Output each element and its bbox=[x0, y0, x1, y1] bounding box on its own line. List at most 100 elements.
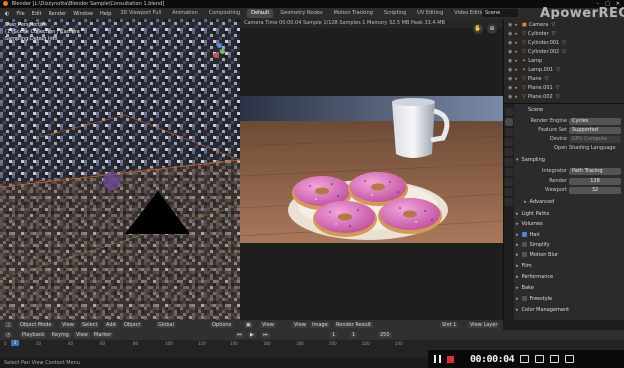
gizmo-z-axis[interactable] bbox=[217, 43, 222, 48]
visibility-icon[interactable]: ◉ bbox=[508, 75, 512, 83]
visibility-icon[interactable]: ◉ bbox=[508, 30, 512, 38]
expand-icon[interactable]: ▸ bbox=[515, 30, 518, 38]
tab-animation[interactable]: Animation bbox=[168, 9, 202, 18]
timeline-editor-icon[interactable]: ◷ bbox=[4, 332, 13, 338]
timeline-view-menu[interactable]: View bbox=[74, 332, 90, 338]
view-layer-selector[interactable]: View Layer bbox=[468, 322, 500, 328]
outliner-item[interactable]: ◉ ▸ ✦ Lamp.001 ▽ bbox=[504, 66, 624, 74]
tab-compositing[interactable]: Compositing bbox=[205, 9, 244, 18]
modifier-tab-icon[interactable] bbox=[505, 178, 513, 186]
freestyle-checkbox[interactable] bbox=[521, 296, 527, 301]
camera-icon[interactable] bbox=[520, 355, 530, 363]
start-frame-field[interactable]: 1 bbox=[350, 332, 358, 338]
device-dropdown[interactable]: GPU Compute bbox=[569, 136, 621, 143]
visibility-icon[interactable]: ◉ bbox=[508, 48, 512, 56]
expand-icon[interactable]: ▸ bbox=[515, 39, 518, 47]
object-menu[interactable]: Object bbox=[122, 322, 143, 328]
render-result-selector[interactable]: Render Result bbox=[334, 322, 373, 328]
expand-icon[interactable]: ▸ bbox=[515, 93, 518, 101]
end-frame-field[interactable]: 250 bbox=[378, 332, 392, 338]
visibility-icon[interactable]: ◉ bbox=[508, 39, 512, 47]
play-icon[interactable]: ▶ bbox=[248, 332, 256, 338]
tab-geometry-nodes[interactable]: Geometry Nodes bbox=[276, 9, 326, 18]
expand-icon[interactable]: ▸ bbox=[515, 57, 518, 65]
view-layer-tab-icon[interactable] bbox=[505, 138, 513, 146]
left-3d-viewport[interactable]: User Perspective (1) Scene Collection | … bbox=[0, 19, 240, 320]
motion-blur-checkbox[interactable] bbox=[521, 252, 527, 257]
zoom-icon[interactable]: ⊕ bbox=[487, 24, 497, 34]
outliner-item[interactable]: ◉ ▸ ▽ Cylinder.002 ▽ bbox=[504, 48, 624, 56]
outliner-item[interactable]: ◉ ▸ ▽ Plane ▽ bbox=[504, 75, 624, 83]
menu-edit[interactable]: Edit bbox=[30, 11, 44, 17]
outliner-item[interactable]: ◉ ▸ ✦ Lamp bbox=[504, 57, 624, 65]
scene-selector[interactable]: Scene bbox=[482, 9, 518, 17]
tab-uv-editing[interactable]: UV Editing bbox=[413, 9, 447, 18]
menu-render[interactable]: Render bbox=[46, 11, 68, 17]
performance-section[interactable]: ▸ Performance bbox=[516, 273, 623, 282]
outliner-item[interactable]: ◉ ▸ ■ Camera ▽ bbox=[504, 21, 624, 29]
image-editor-type-icon[interactable]: ▣ bbox=[244, 322, 253, 328]
editor-type-icon[interactable]: ◫ bbox=[4, 322, 13, 328]
render-samples-field[interactable]: 128 bbox=[569, 178, 621, 185]
jump-end-icon[interactable]: ⏭ bbox=[261, 332, 270, 338]
edit-icon[interactable] bbox=[550, 355, 560, 363]
hair-checkbox[interactable] bbox=[521, 232, 527, 237]
film-section[interactable]: ▸ Film bbox=[516, 262, 623, 271]
jump-start-icon[interactable]: ⏮ bbox=[235, 332, 244, 338]
hand-pan-icon[interactable]: ✋ bbox=[473, 24, 483, 34]
visibility-icon[interactable]: ◉ bbox=[508, 93, 512, 101]
settings-icon[interactable] bbox=[565, 355, 575, 363]
visibility-icon[interactable]: ◉ bbox=[508, 66, 512, 74]
expand-icon[interactable]: ▸ bbox=[515, 21, 518, 29]
integrator-dropdown[interactable]: Path Tracing bbox=[569, 168, 621, 175]
output-tab-icon[interactable] bbox=[505, 128, 513, 136]
gizmo-y-axis[interactable] bbox=[220, 49, 225, 54]
physics-tab-icon[interactable] bbox=[505, 198, 513, 206]
bake-section[interactable]: ▸ Bake bbox=[516, 284, 623, 293]
tab-scripting[interactable]: Scripting bbox=[380, 9, 410, 18]
freestyle-section[interactable]: ▸ Freestyle bbox=[516, 295, 623, 304]
viewport-samples-field[interactable]: 32 bbox=[569, 187, 621, 194]
feature-set-dropdown[interactable]: Supported bbox=[569, 127, 621, 134]
menu-help[interactable]: Help bbox=[98, 11, 113, 17]
tab-3d-viewport-full[interactable]: 3D Viewport Full bbox=[116, 9, 165, 18]
sampling-section-header[interactable]: ▾ Sampling bbox=[516, 156, 623, 165]
simplify-checkbox[interactable] bbox=[521, 242, 527, 247]
menu-window[interactable]: Window bbox=[71, 11, 95, 17]
outliner-item[interactable]: ◉ ▸ ▽ Cylinder.001 ▽ bbox=[504, 39, 624, 47]
hair-section[interactable]: ▸ Hair bbox=[516, 231, 623, 240]
view-menu[interactable]: View bbox=[60, 322, 76, 328]
slot-selector[interactable]: Slot 1 bbox=[440, 322, 459, 328]
render-tab-icon[interactable] bbox=[505, 118, 513, 126]
world-tab-icon[interactable] bbox=[505, 158, 513, 166]
transform-orientation[interactable]: Global bbox=[156, 322, 176, 328]
motion-blur-section[interactable]: ▸ Motion Blur bbox=[516, 251, 623, 260]
options-menu[interactable]: Options bbox=[210, 322, 234, 328]
image-menu[interactable]: Image bbox=[310, 322, 330, 328]
timeline-playhead[interactable]: 1 bbox=[11, 340, 19, 346]
visibility-icon[interactable]: ◉ bbox=[508, 84, 512, 92]
pause-icon[interactable] bbox=[434, 355, 441, 363]
volumes-section[interactable]: ▸ Volumes bbox=[516, 220, 623, 229]
mode-dropdown[interactable]: Object Mode bbox=[18, 322, 54, 328]
outliner-item[interactable]: ◉ ▸ ▽ Plane.002 ▽ bbox=[504, 93, 624, 101]
tab-motion-tracking[interactable]: Motion Tracking bbox=[330, 9, 377, 18]
keying-menu[interactable]: Keying bbox=[50, 332, 71, 338]
object-tab-icon[interactable] bbox=[505, 168, 513, 176]
right-view-dropdown[interactable]: View bbox=[260, 322, 276, 328]
right-view-menu[interactable]: View bbox=[292, 322, 308, 328]
expand-icon[interactable]: ▸ bbox=[515, 84, 518, 92]
tab-default[interactable]: Default bbox=[247, 9, 274, 18]
blender-menu-icon[interactable]: ◐ bbox=[3, 11, 11, 17]
outliner-item[interactable]: ◉ ▸ ▽ Cylinder ▽ bbox=[504, 30, 624, 38]
render-engine-dropdown[interactable]: Cycles bbox=[569, 118, 621, 125]
screenshot-icon[interactable] bbox=[535, 355, 545, 363]
visibility-icon[interactable]: ◉ bbox=[508, 57, 512, 65]
expand-icon[interactable]: ▸ bbox=[515, 48, 518, 56]
advanced-subsection[interactable]: ▸ Advanced bbox=[524, 198, 624, 207]
add-menu[interactable]: Add bbox=[104, 322, 118, 328]
visibility-icon[interactable]: ◉ bbox=[508, 21, 512, 29]
menu-file[interactable]: File bbox=[14, 11, 26, 17]
tool-tab-icon[interactable] bbox=[505, 108, 513, 116]
outliner-item[interactable]: ◉ ▸ ▽ Plane.001 ▽ bbox=[504, 84, 624, 92]
